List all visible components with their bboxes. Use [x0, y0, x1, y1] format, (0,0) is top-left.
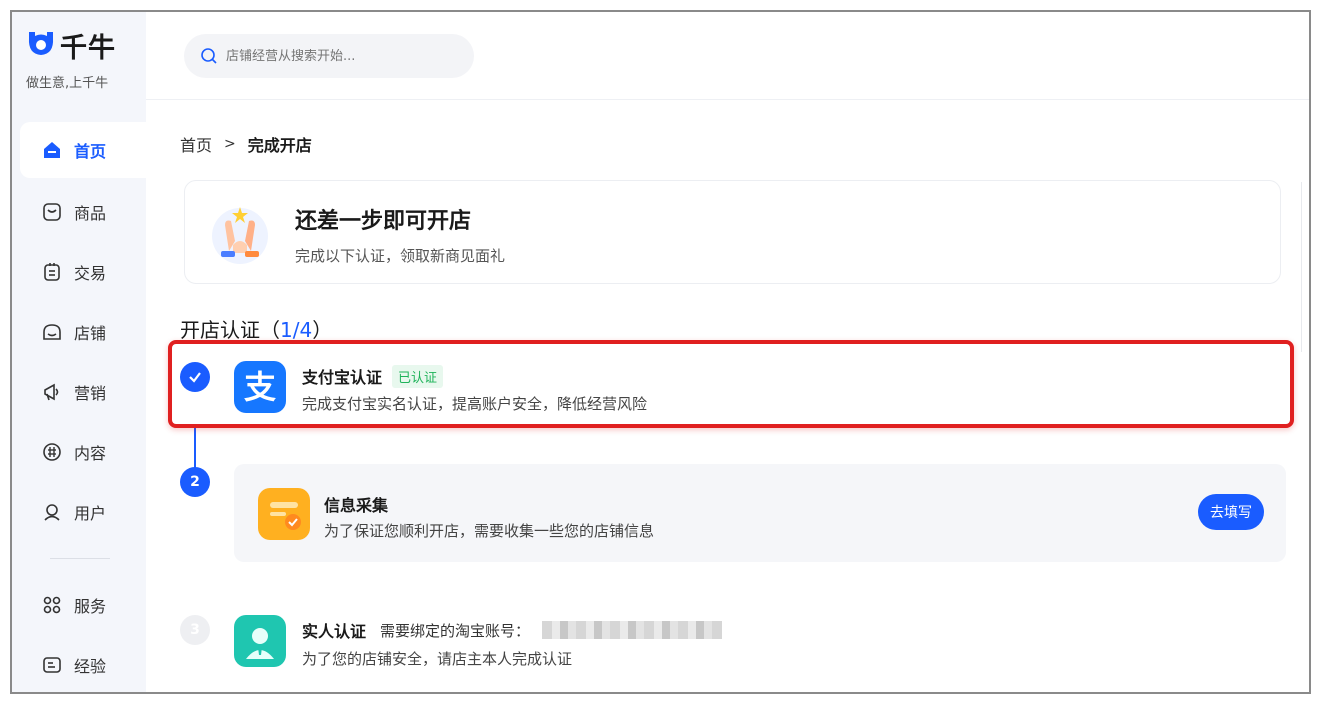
content-icon	[42, 442, 62, 462]
onboarding-banner: 还差一步即可开店 完成以下认证，领取新商见面礼	[184, 180, 1281, 284]
sidebar-item-label: 店铺	[74, 324, 107, 343]
sidebar-item-label: 营销	[74, 384, 107, 403]
svg-text:支: 支	[244, 368, 276, 406]
step-number-badge: 2	[180, 467, 210, 497]
logo[interactable]: 千牛 做生意,上千牛	[26, 26, 136, 96]
sidebar-item-label: 服务	[74, 597, 107, 616]
banner-subtitle: 完成以下认证，领取新商见面礼	[295, 247, 506, 265]
breadcrumb: 首页 > 完成开店	[180, 132, 312, 156]
section-title-prefix: 开店认证（	[180, 318, 280, 342]
user-icon	[42, 502, 62, 522]
sidebar-item-shop[interactable]: 店铺	[12, 302, 146, 362]
top-bar	[146, 12, 1309, 100]
search-input[interactable]	[226, 48, 456, 64]
sidebar-item-label: 内容	[74, 444, 107, 463]
sidebar-item-label: 商品	[74, 204, 107, 223]
sidebar-item-goods[interactable]: 商品	[12, 182, 146, 242]
sidebar-item-service[interactable]: 服务	[12, 575, 146, 635]
step-title: 实人认证 需要绑定的淘宝账号：	[302, 618, 723, 642]
redacted-account	[542, 621, 723, 639]
shop-icon	[42, 322, 62, 342]
step-title-text: 支付宝认证	[302, 368, 383, 387]
alipay-icon: 支	[234, 361, 286, 413]
check-icon	[180, 362, 210, 392]
account-note: 需要绑定的淘宝账号：	[380, 621, 531, 640]
brand-slogan: 做生意,上千牛	[26, 76, 109, 91]
fill-in-button[interactable]: 去填写	[1198, 494, 1264, 530]
section-title-suffix: ）	[312, 318, 333, 342]
step-title: 支付宝认证 已认证	[302, 364, 444, 388]
sidebar-nav: 首页 商品 交易 店铺 营销 内容 用户 服务 经验	[12, 122, 146, 692]
sidebar-item-content[interactable]: 内容	[12, 422, 146, 482]
sidebar: 千牛 做生意,上千牛 首页 商品 交易 店铺 营销 内容 用户 服务 经验	[12, 12, 146, 692]
home-icon	[42, 140, 62, 160]
status-badge: 已认证	[392, 364, 444, 388]
brand-name: 千牛	[60, 33, 116, 64]
marketing-icon	[42, 382, 62, 402]
search-box[interactable]	[184, 34, 474, 78]
breadcrumb-separator-icon: >	[224, 136, 236, 152]
sidebar-item-trade[interactable]: 交易	[12, 242, 146, 302]
experience-icon	[42, 655, 62, 675]
form-icon	[258, 488, 310, 540]
step-title: 信息采集	[324, 496, 389, 515]
face-verify-icon	[234, 615, 286, 667]
section-title: 开店认证（1/4）	[180, 314, 332, 343]
sidebar-divider	[50, 558, 110, 559]
app-window: 千牛 做生意,上千牛 首页 商品 交易 店铺 营销 内容 用户 服务 经验 店铺…	[10, 10, 1311, 694]
sidebar-item-label: 用户	[74, 504, 107, 523]
goods-icon	[42, 202, 62, 222]
sidebar-item-marketing[interactable]: 营销	[12, 362, 146, 422]
sidebar-item-experience[interactable]: 经验	[12, 635, 146, 692]
search-icon	[201, 48, 217, 64]
qianniu-logo-icon	[28, 32, 54, 55]
sidebar-item-label: 首页	[74, 142, 107, 161]
sidebar-item-label: 经验	[74, 657, 107, 676]
high-five-illustration-icon	[212, 207, 268, 264]
step-number-badge: 3	[180, 615, 210, 645]
progress-count: 1/4	[280, 318, 313, 342]
service-icon	[42, 595, 62, 615]
trade-icon	[42, 262, 62, 282]
scroll-edge	[1301, 182, 1309, 352]
banner-title: 还差一步即可开店	[295, 209, 472, 234]
step-description: 完成支付宝实名认证，提高账户安全，降低经营风险	[302, 395, 648, 413]
breadcrumb-home-link[interactable]: 首页	[180, 132, 212, 156]
info-collection-card: 去填写	[234, 464, 1286, 562]
step-description: 为了保证您顺利开店，需要收集一些您的店铺信息	[324, 522, 655, 540]
sidebar-item-home[interactable]: 首页	[20, 122, 146, 178]
sidebar-item-label: 交易	[74, 264, 107, 283]
step-title-text: 实人认证	[302, 622, 367, 641]
breadcrumb-current: 完成开店	[247, 136, 312, 155]
sidebar-item-user[interactable]: 用户	[12, 482, 146, 542]
step-description: 为了您的店铺安全，请店主本人完成认证	[302, 650, 573, 668]
